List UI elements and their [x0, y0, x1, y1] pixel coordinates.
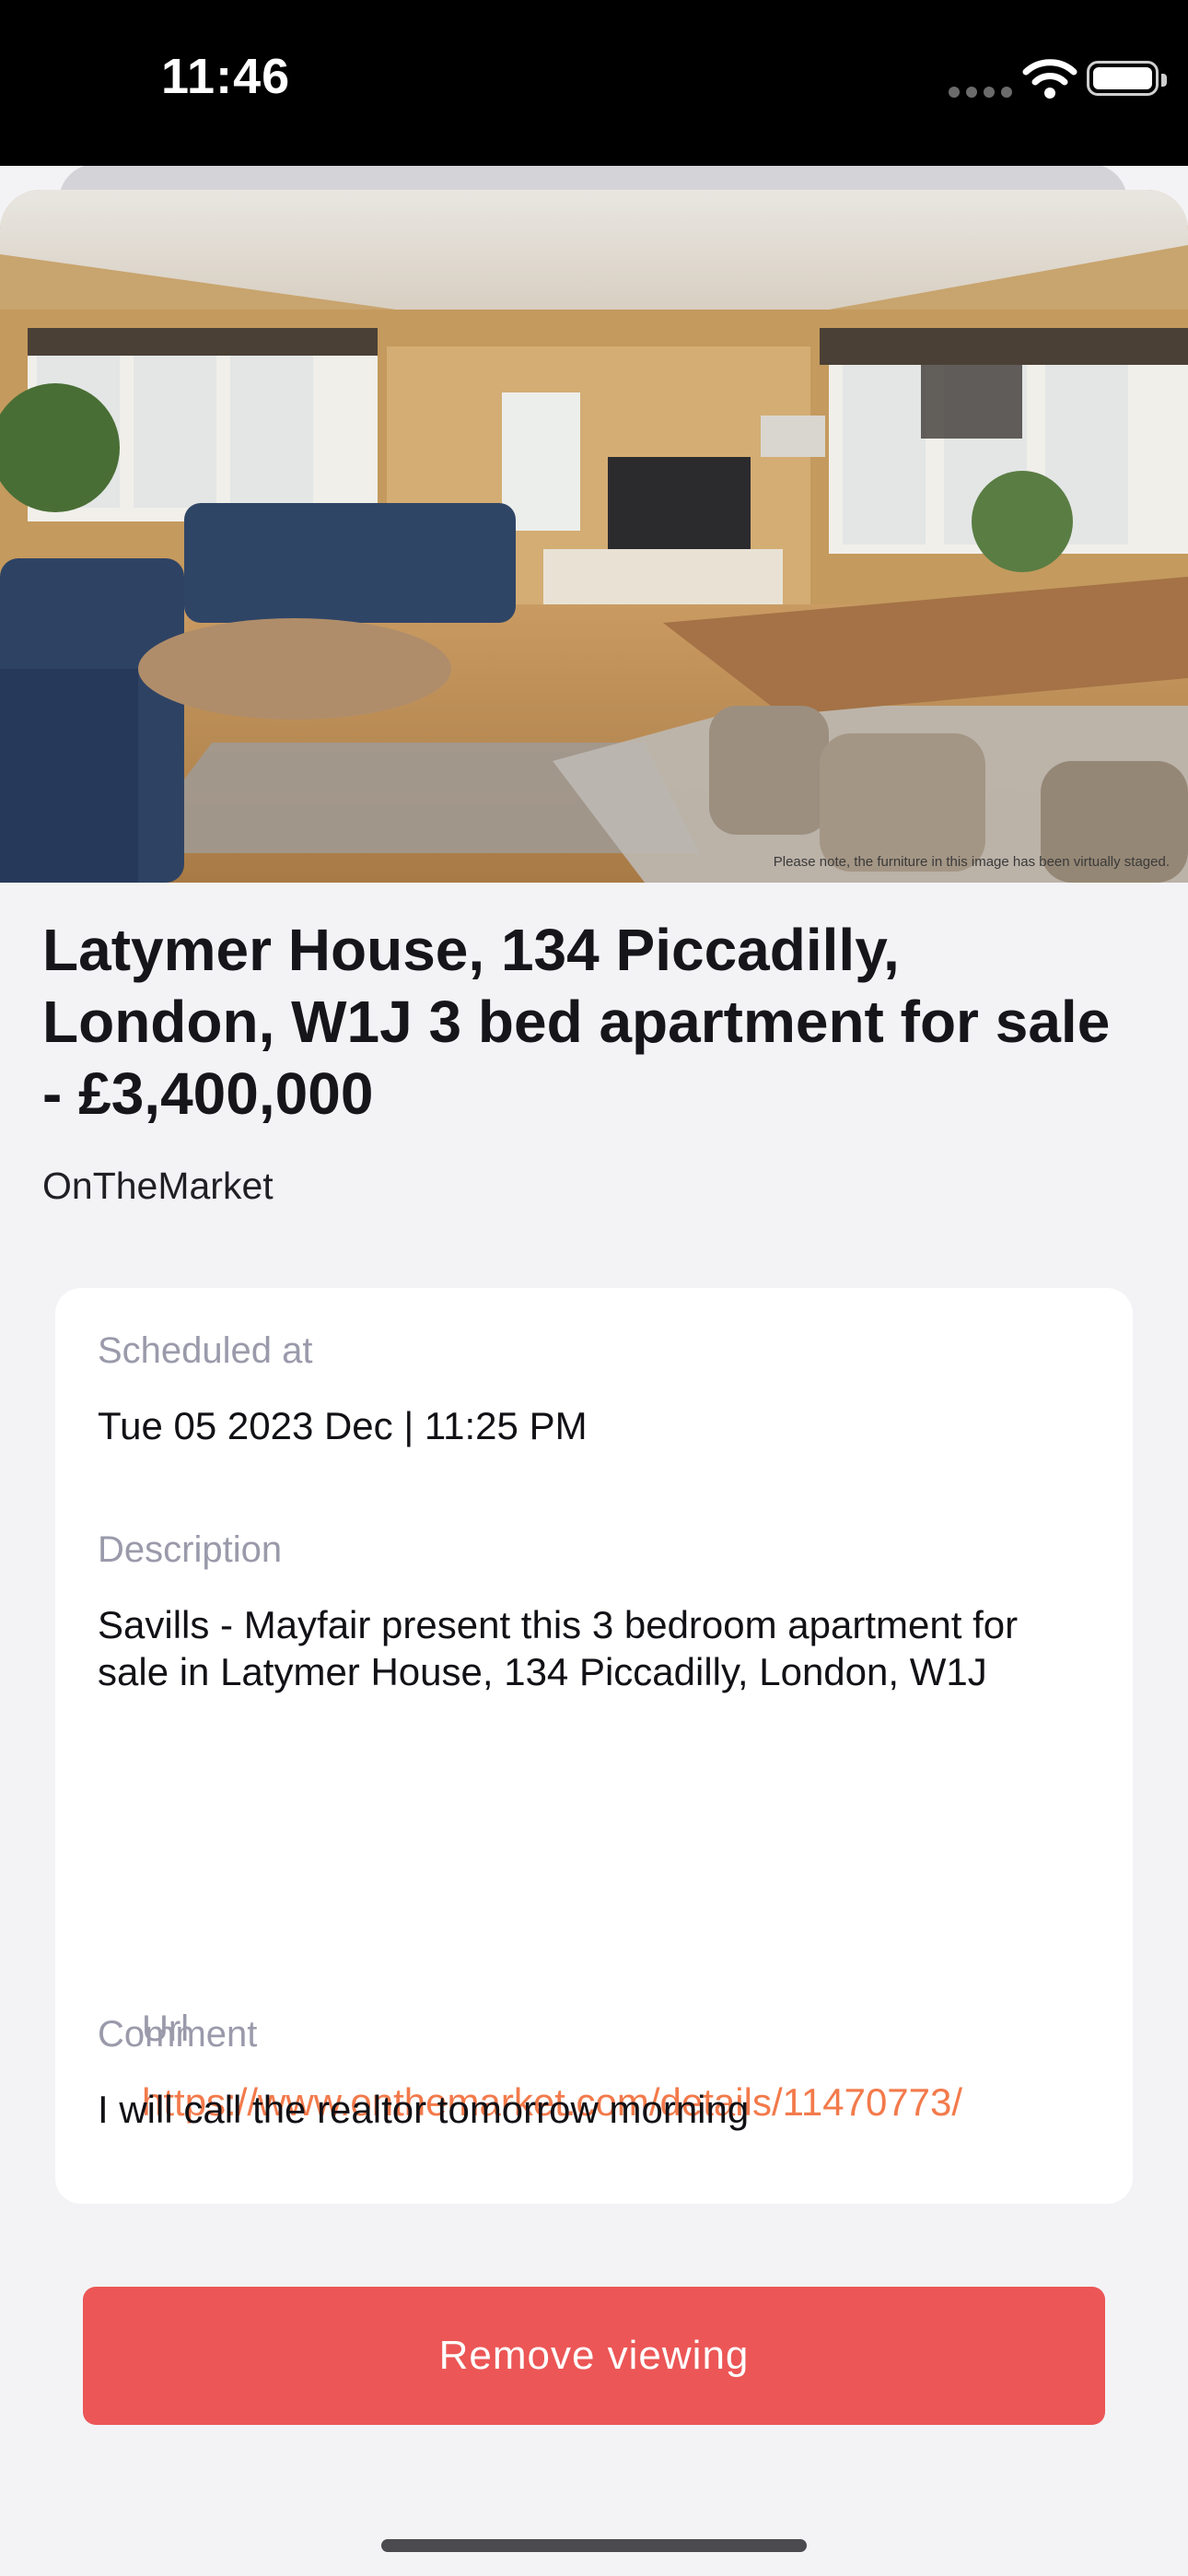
listing-photo: Please note, the furniture in this image…: [0, 190, 1188, 883]
description-label: Description: [98, 1529, 283, 1570]
comment-value: I will call the realtor tomorrow morning: [98, 2088, 750, 2131]
battery-icon: [1087, 61, 1167, 96]
scheduled-label: Scheduled at: [98, 1330, 313, 1371]
viewing-details-card: Scheduled at Tue 05 2023 Dec | 11:25 PM …: [55, 1288, 1133, 2204]
description-value: Savills - Mayfair present this 3 bedroom…: [98, 1603, 1019, 1693]
listing-source: OnTheMarket: [42, 1165, 274, 1207]
status-bar: 11:46: [0, 0, 1188, 166]
photo-caption: Please note, the furniture in this image…: [773, 854, 1170, 870]
comment-label: Comment: [98, 2014, 258, 2055]
scheduled-value: Tue 05 2023 Dec | 11:25 PM: [98, 1404, 588, 1447]
status-time: 11:46: [161, 49, 291, 104]
listing-title: Latymer House, 134 Piccadilly, London, W…: [42, 917, 1111, 1127]
cellular-signal-icon: [949, 87, 1013, 100]
remove-viewing-button[interactable]: Remove viewing: [83, 2287, 1105, 2425]
living-room-photo: [0, 190, 1188, 883]
wifi-icon: [1022, 59, 1077, 99]
home-indicator[interactable]: [381, 2539, 807, 2552]
